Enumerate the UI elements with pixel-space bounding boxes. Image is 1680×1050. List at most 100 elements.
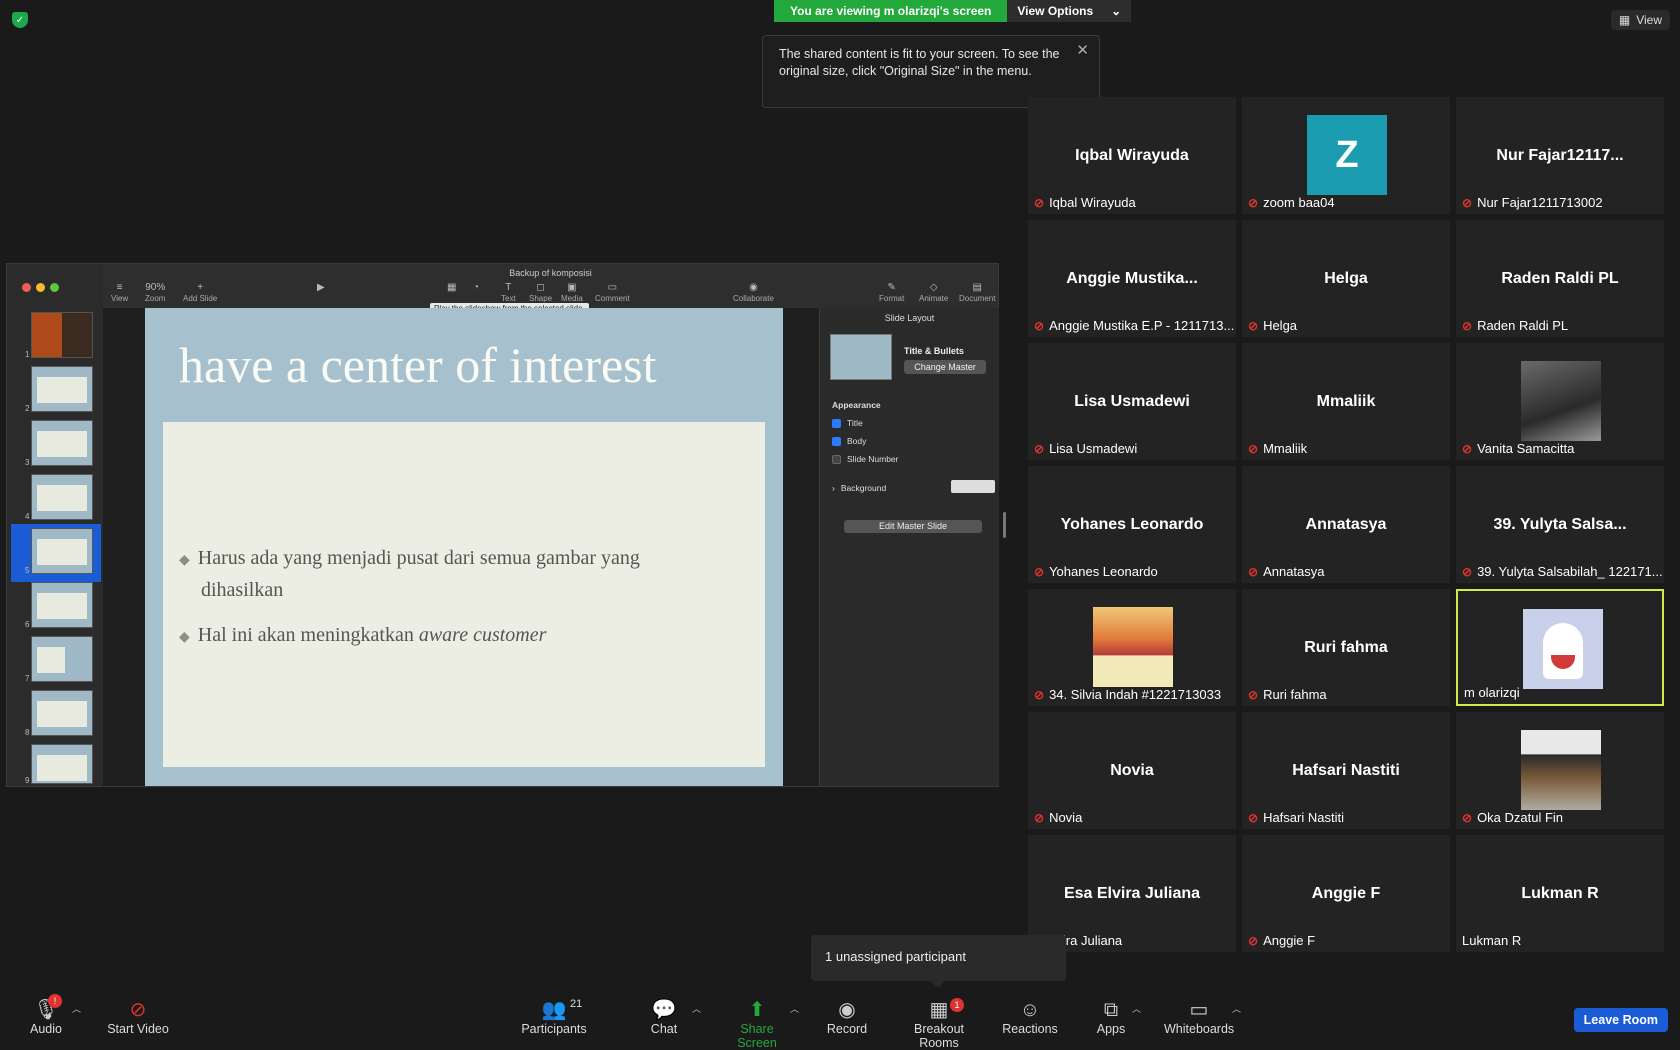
apps-button[interactable]: ⧉ Apps (1096, 998, 1126, 1036)
participant-tile[interactable]: Raden Raldi PL ⊘ Raden Raldi PL (1456, 220, 1664, 337)
slide-thumb[interactable] (31, 690, 93, 736)
record-button[interactable]: ◉ Record (826, 998, 868, 1036)
slide-thumb[interactable] (31, 420, 93, 466)
breakout-rooms-label: Breakout Rooms (913, 1022, 965, 1050)
breakout-rooms-button[interactable]: ▦ Breakout Rooms 1 (894, 998, 984, 1050)
toolbar-zoom[interactable]: 90% Zoom (145, 282, 165, 303)
edit-master-slide-button[interactable]: Edit Master Slide (844, 520, 982, 533)
title-checkbox[interactable]: Title (832, 418, 863, 428)
whiteboards-button[interactable]: ▭ Whiteboards (1164, 998, 1234, 1036)
participant-name: Helga (1324, 270, 1368, 287)
slide-thumb[interactable] (31, 474, 93, 520)
unassigned-participant-tooltip[interactable]: 1 unassigned participant (811, 935, 1066, 981)
slide-canvas[interactable]: have a center of interest ◆ Harus ada yan… (103, 308, 819, 786)
toolbar-view[interactable]: ≡ View (111, 282, 128, 303)
zoom-window-icon[interactable] (50, 283, 59, 292)
participant-tile[interactable]: 39. Yulyta Salsa... ⊘ 39. Yulyta Salsabila… (1456, 466, 1664, 583)
toolbar-format[interactable]: ✎ Format (879, 282, 904, 303)
minimize-window-icon[interactable] (36, 283, 45, 292)
participant-tile[interactable]: Mmaliik ⊘ Mmaliik (1242, 343, 1450, 460)
toolbar-animate[interactable]: ◇ Animate (919, 282, 948, 303)
share-options-caret-icon[interactable]: ︿ (790, 1002, 799, 1015)
toolbar-text[interactable]: T Text (501, 282, 516, 303)
participant-tile[interactable]: Ruri fahma ⊘ Ruri fahma (1242, 589, 1450, 706)
reactions-button[interactable]: ☺ Reactions (1002, 998, 1058, 1036)
play-button[interactable]: ▶ (317, 282, 325, 294)
toolbar-collaborate[interactable]: ◉ Collaborate (733, 282, 774, 303)
body-checkbox[interactable]: Body (832, 436, 866, 446)
security-shield-icon[interactable]: ✓ (12, 12, 28, 28)
slide-thumb-selected[interactable] (31, 528, 93, 574)
apps-options-caret-icon[interactable]: ︿ (1132, 1002, 1141, 1015)
slide-title[interactable]: have a center of interest (179, 336, 657, 394)
panel-resize-handle[interactable] (1003, 512, 1006, 538)
view-options-button[interactable]: View Options ⌄ (1007, 0, 1132, 22)
participant-tile[interactable]: ⊘ Oka Dzatul Fin (1456, 712, 1664, 829)
audio-button[interactable]: 🎙 Audio ! (28, 994, 64, 1036)
background-color-swatch[interactable] (951, 480, 995, 493)
participant-tile[interactable]: Iqbal Wirayuda ⊘ Iqbal Wirayuda (1028, 97, 1236, 214)
appearance-heading: Appearance (832, 400, 881, 410)
participant-tile[interactable]: Nur Fajar12117... ⊘ Nur Fajar1211713002 (1456, 97, 1664, 214)
participant-tile[interactable]: ⊘ 34. Silvia Indah #1221713033 (1028, 589, 1236, 706)
chat-label: Chat (650, 1022, 678, 1036)
close-icon[interactable]: ✕ (1076, 42, 1089, 59)
close-window-icon[interactable] (22, 283, 31, 292)
mic-muted-icon: ⊘ (1462, 318, 1473, 333)
inspector-title: Slide Layout (884, 313, 935, 323)
participant-tile[interactable]: Hafsari Nastiti ⊘ Hafsari Nastiti (1242, 712, 1450, 829)
participant-tile[interactable]: ⊘ Vanita Samacitta (1456, 343, 1664, 460)
smiley-icon: ☺ (1019, 999, 1041, 1021)
layout-thumbnail[interactable] (830, 334, 892, 380)
slide-body[interactable]: ◆ Harus ada yang menjadi pusat dari semua… (163, 422, 765, 767)
toolbar-document[interactable]: ▤ Document (959, 282, 995, 303)
slide-thumb[interactable] (31, 312, 93, 358)
share-screen-button[interactable]: ⬆ Share Screen (720, 998, 794, 1050)
leave-room-button[interactable]: Leave Room (1573, 1008, 1668, 1032)
bullet-1-line-2: dihasilkan (201, 579, 284, 601)
toolbar-add-slide[interactable]: + Add Slide (183, 282, 217, 303)
chat-options-caret-icon[interactable]: ︿ (692, 1002, 701, 1015)
start-video-button[interactable]: ⊘ Start Video (106, 998, 170, 1036)
slide-thumb[interactable] (31, 366, 93, 412)
play-icon: ▶ (317, 282, 325, 293)
toolbar-shape[interactable]: ◻ Shape (529, 282, 552, 303)
view-button[interactable]: ▦ View (1610, 10, 1670, 30)
participant-tile[interactable]: Yohanes Leonardo ⊘ Yohanes Leonardo (1028, 466, 1236, 583)
change-master-button[interactable]: Change Master (904, 360, 986, 374)
participant-tile[interactable]: Z ⊘ zoom baa04 (1242, 97, 1450, 214)
video-off-icon: ⊘ (129, 999, 147, 1021)
slide-thumb[interactable] (31, 744, 93, 784)
participant-name: Annatasya (1305, 516, 1387, 533)
slide[interactable]: have a center of interest ◆ Harus ada yan… (145, 308, 783, 786)
slide-number-checkbox[interactable]: Slide Number (832, 454, 899, 464)
chat-button[interactable]: 💬 Chat (648, 998, 680, 1036)
toolbar-table[interactable]: ▦ (447, 282, 456, 294)
participant-tile[interactable]: Novia ⊘ Novia (1028, 712, 1236, 829)
participant-tile[interactable]: m olarizqi (1456, 589, 1664, 706)
slide-thumb[interactable] (31, 582, 93, 628)
whiteboards-options-caret-icon[interactable]: ︿ (1232, 1002, 1241, 1015)
participant-tile[interactable]: Helga ⊘ Helga (1242, 220, 1450, 337)
participant-label-text: Yohanes Leonardo (1049, 564, 1158, 579)
participant-tile[interactable]: Anggie F ⊘ Anggie F (1242, 835, 1450, 952)
checkbox-label: Title (847, 418, 863, 428)
participant-tile[interactable]: Lisa Usmadewi ⊘ Lisa Usmadewi (1028, 343, 1236, 460)
mic-muted-icon: ⊘ (1248, 564, 1259, 579)
participant-label: ⊘ Novia (1034, 810, 1082, 825)
participant-tile[interactable]: Anggie Mustika... ⊘ Anggie Mustika E.P - 1… (1028, 220, 1236, 337)
participant-tile[interactable]: Lukman R Lukman R (1456, 835, 1664, 952)
participant-name: Lisa Usmadewi (1074, 393, 1190, 410)
slide-thumb[interactable] (31, 636, 93, 682)
toolbar-label: Animate (919, 294, 949, 303)
participant-label-text: Mmaliik (1263, 441, 1308, 456)
toolbar-comment[interactable]: ▭ Comment (595, 282, 630, 303)
audio-options-caret-icon[interactable]: ︿ (72, 1002, 81, 1015)
background-disclosure[interactable]: › Background (832, 483, 886, 493)
toolbar-media[interactable]: ▣ Media (561, 282, 583, 303)
shared-screen[interactable]: 1 2 3 4 5 6 7 8 9 Backup of komposisi ≡ V… (6, 263, 999, 787)
participant-tile[interactable]: Annatasya ⊘ Annatasya (1242, 466, 1450, 583)
chevron-right-icon: › (832, 483, 835, 493)
participants-button[interactable]: 👥 Participants 21 (520, 998, 588, 1036)
toolbar-chart[interactable]: ◔ (473, 282, 479, 294)
